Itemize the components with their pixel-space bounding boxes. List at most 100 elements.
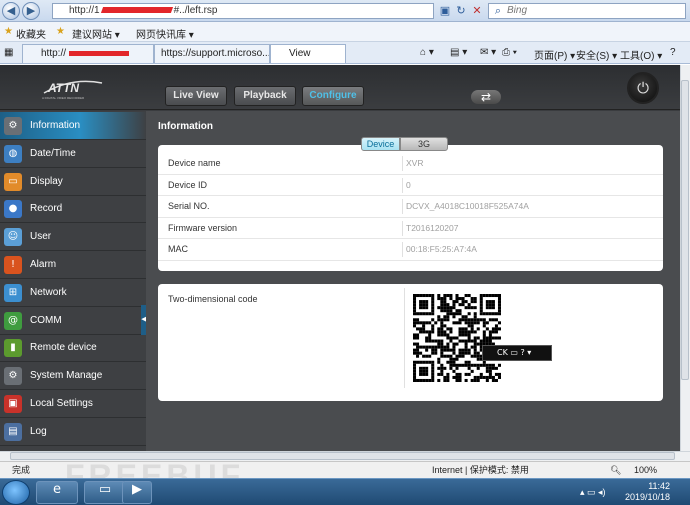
live-view-button[interactable]: Live View [165,86,227,106]
home-icon[interactable]: ⌂ ▾ [420,47,434,58]
tab-view[interactable]: View [270,44,346,63]
sidebar-item-label: Local Settings [30,398,93,409]
sidebar-item-label: Log [30,425,47,437]
qr-code-image [413,294,501,382]
remote-device-icon: ▮ [4,339,22,358]
info-label: Device name [168,158,221,168]
sidebar-item-comm[interactable]: @ COMM [0,307,146,335]
display-icon: ▭ [4,172,22,191]
url-field[interactable]: http://1 #../left.rsp [52,3,434,19]
svg-text:ATTN: ATTN [47,81,79,95]
sidebar-item-local-settings[interactable]: ▣ Local Settings [0,390,146,418]
media-taskbar-icon[interactable]: ▶ [122,481,152,504]
stop-icon[interactable]: ✕ [470,4,484,18]
network-icon: ⊞ [4,283,22,302]
sidebar-item-label: Remote device [30,342,97,354]
info-label: MAC [168,244,188,255]
sidebar-item-record[interactable]: ● Record [0,195,146,224]
divider [402,156,403,171]
star-icon: ★ [4,26,13,37]
sidebar-item-system-manage[interactable]: ⚙ System Manage [0,362,146,391]
sidebar-item-display[interactable]: ▭ Display [0,168,146,196]
start-button[interactable] [2,480,30,505]
favorites-button[interactable]: 收藏夹 [16,26,46,41]
vertical-scroll-thumb[interactable] [681,80,689,380]
mail-icon[interactable]: ✉ ▾ [480,47,496,58]
log-icon: ▤ [4,422,22,441]
back-button[interactable]: ◀ [2,2,20,20]
ie-taskbar-icon[interactable]: e [36,481,78,504]
gear-icon: ⚙ [4,117,22,135]
brand-logo: ATTN A DIGITAL VIDEO RECORDER [40,75,105,101]
fav-link-webslices[interactable]: 网页快讯库 ▾ [136,26,194,41]
comm-icon: @ [4,311,22,330]
qr-code-panel: Two-dimensional code CK ▭ ? ▾ [158,284,663,401]
sidebar-item-remote-device[interactable]: ▮ Remote device [0,334,146,363]
tab-2[interactable]: https://support.microso... [154,44,270,63]
fav-link-suggested[interactable]: 建议网站 ▾ [72,26,120,41]
print-icon[interactable]: ⎙ ▾ [502,47,517,58]
power-icon[interactable]: ⏻ [627,72,659,104]
tab-3g[interactable]: 3G [400,137,448,151]
configure-button[interactable]: Configure [302,86,364,106]
search-input[interactable]: Bing [488,3,686,19]
tray-icons[interactable]: ▴ ▭ ◂) [580,487,606,498]
folder-taskbar-icon[interactable]: ▭ [84,481,126,504]
info-row: MAC 00:18:F5:25:A7:4A [158,239,663,261]
divider [402,177,403,193]
compat-view-icon[interactable]: ▣ [438,4,452,18]
info-label: Firmware version [168,222,238,233]
globe-icon: ◍ [4,144,22,163]
tools-menu[interactable]: 工具(O) ▾ [620,47,662,62]
status-text: 完成 [12,465,31,475]
config-sidebar: ⚙ Information ◍ Date/Time ▭ Display ● Record ☺ Us… [0,111,146,451]
divider [402,199,403,215]
feeds-icon[interactable]: ▤ ▾ [450,47,467,58]
redaction-mark [69,50,130,56]
taskbar: e ▭ ▶ ▴ ▭ ◂) 11:42 2019/10/18 [0,478,690,505]
sidebar-item-label: Date/Time [30,147,76,159]
local-settings-icon: ▣ [4,395,22,413]
dvr-web-app: ATTN A DIGITAL VIDEO RECORDER Live View … [0,65,680,451]
sidebar-item-log[interactable]: ▤ Log [0,418,146,446]
clock-time: 11:42 [648,481,671,491]
tab-grid-icon[interactable]: ▦ [4,47,13,58]
sidebar-item-user[interactable]: ☺ User [0,223,146,252]
zoom-icon[interactable]: 🔍︎ [610,462,621,478]
svg-text:A DIGITAL VIDEO RECORDER: A DIGITAL VIDEO RECORDER [42,96,85,100]
zoom-level[interactable]: 100% [634,462,657,478]
section-title: Information [158,121,213,132]
security-zone: Internet | 保护模式: 禁用 [432,465,529,475]
redaction-mark [100,7,173,14]
floating-toolbar-popup[interactable]: CK ▭ ? ▾ [482,345,552,361]
sidebar-item-alarm[interactable]: ! Alarm [0,251,146,279]
sidebar-item-label: Alarm [30,259,57,270]
sidebar-item-network[interactable]: ⊞ Network [0,279,146,307]
tab-1[interactable]: http:// [22,44,154,63]
add-favorite-icon[interactable]: ★ [56,26,65,37]
info-row: Device ID 0 [158,175,663,197]
clock[interactable]: 11:42 2019/10/18 [625,481,670,503]
tab-1-label: http:// [41,48,67,59]
record-icon: ● [4,200,22,219]
tab-device[interactable]: Device [361,137,400,151]
safety-menu[interactable]: 安全(S) ▾ [576,47,617,62]
page-menu[interactable]: 页面(P) ▾ [534,47,575,62]
sidebar-item-information[interactable]: ⚙ Information [0,112,146,140]
user-icon: ☺ [4,228,22,247]
tab-2-label: https://support.microso... [161,48,270,59]
divider [402,220,403,236]
info-row: Serial NO. DCVX_A4018C10018F525A74A [158,196,663,218]
search-placeholder: Bing [507,5,528,16]
app-topbar: ATTN A DIGITAL VIDEO RECORDER Live View … [0,65,680,110]
help-button[interactable]: ? [670,47,676,58]
info-value: 00:18:F5:25:A7:4A [406,244,477,255]
playback-button[interactable]: Playback [234,86,296,106]
swap-icon[interactable]: ⇄ [471,90,501,104]
refresh-icon[interactable]: ↻ [454,4,468,18]
forward-button[interactable]: ▶ [22,2,40,20]
url-end: #../left.rsp [173,5,218,16]
info-value: XVR [406,158,424,168]
sidebar-item-date-time[interactable]: ◍ Date/Time [0,140,146,168]
clock-date: 2019/10/18 [625,492,671,502]
